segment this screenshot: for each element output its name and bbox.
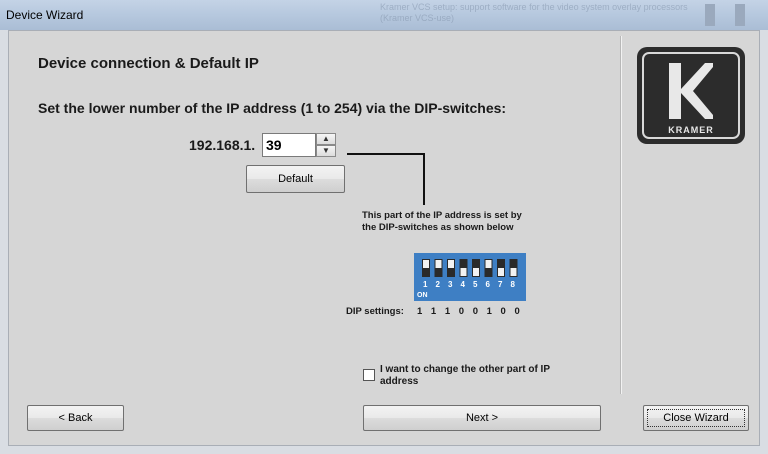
dip-switch-body (414, 253, 526, 301)
kramer-logo: KRAMER (637, 47, 745, 144)
dip-switch-knob (485, 260, 492, 268)
dip-switch-knob (460, 268, 467, 276)
change-ip-checkbox-label[interactable]: I want to change the other part of IP ad… (380, 364, 580, 388)
dip-switch-number: 8 (511, 280, 516, 289)
dip-note-line-1: This part of the IP address is set by (362, 210, 522, 221)
dip-switch-number: 7 (498, 280, 503, 289)
background-window-edge-2 (735, 4, 745, 26)
dip-switch-number: 2 (436, 280, 441, 289)
dip-switch-knob (448, 260, 454, 268)
dip-switch-image: 12345678 ON (414, 253, 526, 301)
dip-switch-knob (435, 260, 442, 268)
dip-switch-number: 6 (486, 280, 491, 289)
dip-on-label: ON (417, 292, 428, 299)
back-button[interactable]: < Back (27, 405, 124, 431)
dip-switch-number: 1 (423, 280, 428, 289)
dip-switch-number: 5 (473, 280, 478, 289)
ip-spinner[interactable]: ▲ ▼ (316, 133, 336, 157)
instruction-text: Set the lower number of the IP address (… (38, 100, 507, 116)
change-ip-checkbox[interactable] (363, 369, 375, 381)
ip-lower-input[interactable] (262, 133, 316, 157)
logo-text: KRAMER (668, 125, 714, 135)
panel-divider (620, 36, 622, 394)
dip-switch-knob (423, 260, 429, 268)
page-title: Device connection & Default IP (38, 55, 259, 72)
window-title: Device Wizard (6, 8, 84, 22)
connector-line-horizontal (347, 153, 425, 155)
dip-settings-label: DIP settings: (346, 306, 404, 317)
dip-settings-values: 1 1 1 0 0 1 0 0 (417, 306, 523, 317)
dip-switch-knob (473, 268, 479, 276)
focus-ring (647, 409, 745, 427)
background-window-edge (705, 4, 715, 26)
dip-switch-knob (498, 268, 504, 276)
dip-switch-number: 3 (448, 280, 453, 289)
device-wizard-window: Device Wizard Kramer VCS setup: support … (0, 0, 768, 454)
kramer-k-icon (669, 63, 713, 119)
dip-note: This part of the IP address is set by th… (362, 210, 562, 234)
dip-switch-knob (510, 268, 517, 276)
default-button[interactable]: Default (246, 165, 345, 193)
spinner-up-button[interactable]: ▲ (316, 133, 336, 145)
dip-switch-number: 4 (461, 280, 466, 289)
ip-prefix-label: 192.168.1. (189, 137, 256, 153)
title-bar: Device Wizard Kramer VCS setup: support … (0, 0, 768, 30)
close-wizard-button[interactable]: Close Wizard (643, 405, 749, 431)
spinner-down-button[interactable]: ▼ (316, 145, 336, 157)
connector-line-vertical (423, 153, 425, 205)
next-button[interactable]: Next > (363, 405, 601, 431)
dip-note-line-2: the DIP-switches as shown below (362, 222, 514, 233)
background-window-text: Kramer VCS setup: support software for t… (380, 2, 688, 23)
